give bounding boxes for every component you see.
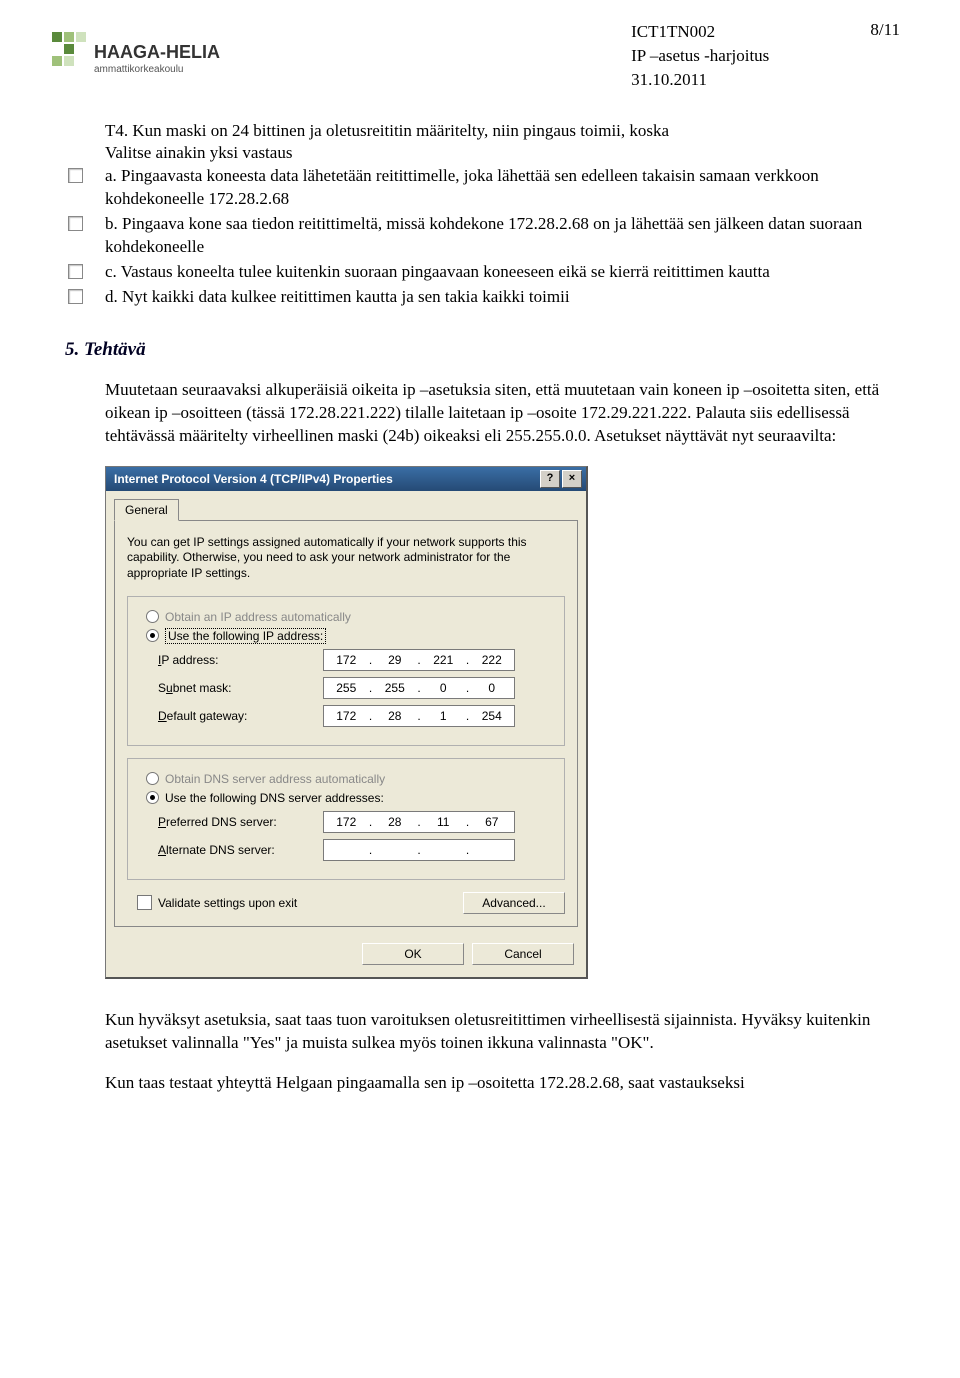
checkbox-b[interactable] <box>68 216 83 231</box>
subnet-mask-label: Subnet mask: <box>140 681 323 695</box>
radio-use-dns-label: Use the following DNS server addresses: <box>165 791 384 805</box>
dialog-info-text: You can get IP settings assigned automat… <box>127 535 565 582</box>
dialog-titlebar[interactable]: Internet Protocol Version 4 (TCP/IPv4) P… <box>106 467 586 491</box>
choice-d: d. Nyt kaikki data kulkee reitittimen ka… <box>105 286 900 309</box>
doc-date: 31.10.2011 <box>631 68 769 92</box>
radio-obtain-dns-label: Obtain DNS server address automatically <box>165 772 385 786</box>
logo: HAAGA-HELIA ammattikorkeakoulu <box>50 26 230 87</box>
cancel-button[interactable]: Cancel <box>472 943 574 965</box>
choice-a-text: a. Pingaavasta koneesta data lähetetään … <box>100 165 900 211</box>
page-number: 8/11 <box>870 20 900 40</box>
question-stem: T4. Kun maski on 24 bittinen ja oletusre… <box>105 121 900 141</box>
radio-use-ip-label: Use the following IP address: <box>165 629 326 643</box>
svg-text:ammattikorkeakoulu: ammattikorkeakoulu <box>94 64 183 75</box>
radio-obtain-ip[interactable] <box>146 610 159 623</box>
validate-checkbox[interactable] <box>137 895 152 910</box>
choice-a: a. Pingaavasta koneesta data lähetetään … <box>105 165 900 211</box>
task-heading: 5. Tehtävä <box>65 339 900 361</box>
help-button[interactable]: ? <box>540 470 560 488</box>
choice-b-text: b. Pingaava kone saa tiedon reitittimelt… <box>100 213 900 259</box>
checkbox-a[interactable] <box>68 168 83 183</box>
choice-c-text: c. Vastaus koneelta tulee kuitenkin suor… <box>100 261 900 284</box>
question-t4: T4. Kun maski on 24 bittinen ja oletusre… <box>105 121 900 309</box>
ip-address-field[interactable]: 172. 29. 221. 222 <box>323 649 515 671</box>
radio-use-dns[interactable] <box>146 791 159 804</box>
default-gateway-field[interactable]: 172. 28. 1. 254 <box>323 705 515 727</box>
ipv4-properties-dialog: Internet Protocol Version 4 (TCP/IPv4) P… <box>105 466 588 979</box>
choice-c: c. Vastaus koneelta tulee kuitenkin suor… <box>105 261 900 284</box>
dialog-title: Internet Protocol Version 4 (TCP/IPv4) P… <box>114 472 393 486</box>
radio-obtain-dns[interactable] <box>146 772 159 785</box>
course-code: ICT1TN002 <box>631 20 769 44</box>
tab-general[interactable]: General <box>114 499 179 521</box>
doc-subtitle: IP –asetus -harjoitus <box>631 44 769 68</box>
task-paragraph-1: Muutetaan seuraavaksi alkuperäisiä oikei… <box>105 379 900 448</box>
preferred-dns-label: Preferred DNS server: <box>140 815 323 829</box>
checkbox-d[interactable] <box>68 289 83 304</box>
ip-groupbox: Obtain an IP address automatically Use t… <box>127 596 565 746</box>
header-meta: ICT1TN002 IP –asetus -harjoitus 31.10.20… <box>631 20 769 91</box>
alternate-dns-label: Alternate DNS server: <box>140 843 323 857</box>
choice-b: b. Pingaava kone saa tiedon reitittimelt… <box>105 213 900 259</box>
subnet-mask-field[interactable]: 255. 255. 0. 0 <box>323 677 515 699</box>
svg-text:HAAGA-HELIA: HAAGA-HELIA <box>94 42 220 62</box>
choice-d-text: d. Nyt kaikki data kulkee reitittimen ka… <box>100 286 900 309</box>
radio-use-ip[interactable] <box>146 629 159 642</box>
default-gateway-label: Default gateway: <box>140 709 323 723</box>
preferred-dns-field[interactable]: 172. 28. 11. 67 <box>323 811 515 833</box>
close-button[interactable]: × <box>562 470 582 488</box>
ok-button[interactable]: OK <box>362 943 464 965</box>
checkbox-c[interactable] <box>68 264 83 279</box>
dns-groupbox: Obtain DNS server address automatically … <box>127 758 565 880</box>
radio-obtain-ip-label: Obtain an IP address automatically <box>165 610 351 624</box>
advanced-button[interactable]: Advanced... <box>463 892 565 914</box>
page-header: HAAGA-HELIA ammattikorkeakoulu ICT1TN002… <box>50 20 910 91</box>
task-paragraph-2: Kun hyväksyt asetuksia, saat taas tuon v… <box>105 1009 900 1055</box>
question-instruction: Valitse ainakin yksi vastaus <box>105 143 900 163</box>
task-paragraph-3: Kun taas testaat yhteyttä Helgaan pingaa… <box>105 1072 900 1095</box>
ip-address-label: IP address: <box>140 653 323 667</box>
validate-label: Validate settings upon exit <box>158 896 297 910</box>
alternate-dns-field[interactable]: . . . <box>323 839 515 861</box>
